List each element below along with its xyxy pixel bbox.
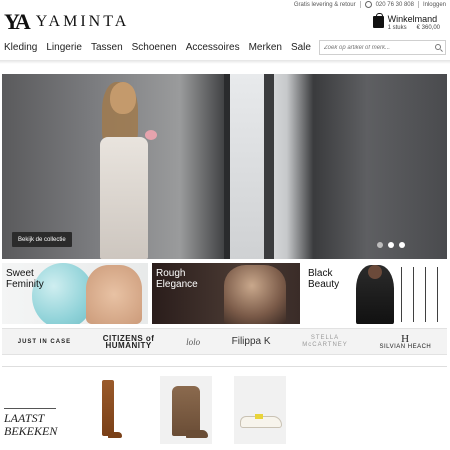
main-nav: Kleding Lingerie Tassen Schoenen Accesso… (4, 42, 311, 53)
cart-total: € 360,00 (416, 25, 440, 31)
tile-black-beauty[interactable]: Black Beauty (304, 263, 447, 324)
search-box (319, 40, 446, 55)
silvian-heach-mark-icon: H (401, 332, 410, 345)
header-shadow (0, 60, 450, 64)
tile-label: Black Beauty (308, 268, 340, 290)
recently-viewed-title: LAATST BEKEKEN (4, 408, 58, 438)
brand-logo-lolo[interactable]: lolo (186, 337, 200, 347)
nav-item-sale[interactable]: Sale (291, 42, 311, 53)
search-icon[interactable] (435, 44, 441, 50)
silvian-heach-text: SILVIAN HEACH (379, 343, 432, 350)
hero-banner[interactable]: Bekijk de collectie (2, 74, 447, 259)
model-image (356, 265, 394, 324)
hero-window-frame (264, 74, 274, 259)
phone-icon (364, 1, 372, 8)
brands-strip: JUST IN CASE CITIZENS of HUMANITY lolo F… (2, 328, 447, 355)
brand-logo-filippa-k[interactable]: Filippa K (232, 336, 271, 347)
slider-dot[interactable] (377, 242, 383, 248)
brand-logo-just-in-case[interactable]: JUST IN CASE (18, 339, 71, 345)
slider-dots (377, 242, 405, 248)
product-thumbnail[interactable] (160, 376, 212, 444)
login-link[interactable]: Inloggen (423, 2, 446, 8)
logo[interactable]: YA YAMINTA (4, 9, 129, 35)
shopping-bag-icon (372, 13, 384, 28)
product-thumbnail[interactable] (86, 376, 138, 444)
tile-rough-elegance[interactable]: Rough Elegance (152, 263, 300, 324)
view-collection-button[interactable]: Bekijk de collectie (12, 232, 72, 247)
search-input[interactable] (320, 44, 430, 51)
section-divider (2, 366, 447, 367)
utility-divider (359, 1, 361, 8)
rose-image (145, 130, 157, 140)
recently-viewed-list (86, 376, 286, 444)
nav-item-tassen[interactable]: Tassen (91, 42, 123, 53)
logo-text: YAMINTA (35, 13, 130, 30)
slider-dot[interactable] (399, 242, 405, 248)
logo-mark: YA (4, 9, 31, 34)
hero-model-image (94, 82, 154, 259)
utility-bar: Gratis levering & retour 020 76 30 808 I… (294, 1, 446, 8)
nav-item-kleding[interactable]: Kleding (4, 42, 37, 53)
brand-logo-silvian-heach[interactable]: H SILVIAN HEACH (379, 332, 432, 350)
product-thumbnail[interactable] (234, 376, 286, 444)
nav-item-accessoires[interactable]: Accessoires (186, 42, 240, 53)
tile-label: Sweet Feminity (6, 268, 44, 290)
ankle-boot-image (172, 386, 208, 438)
cart-widget[interactable]: Winkelmand 1 stuks € 360,00 (372, 13, 440, 31)
cart-items: 1 stuks (387, 25, 407, 31)
fringe-boot-image (102, 380, 122, 438)
nav-item-lingerie[interactable]: Lingerie (46, 42, 82, 53)
necklace-image (396, 267, 444, 322)
hero-window (230, 74, 265, 259)
loafer-image (240, 414, 282, 428)
phone-number: 020 76 30 808 (375, 1, 414, 8)
shipping-text: Gratis levering & retour (293, 1, 356, 8)
slider-dot-active[interactable] (388, 242, 394, 248)
brand-logo-stella-mccartney[interactable]: STELLA McCARTNEY (302, 335, 348, 349)
site-header: YA YAMINTA Gratis levering & retour 020 … (0, 0, 450, 62)
cart-title: Winkelmand (387, 14, 438, 24)
nav-item-schoenen[interactable]: Schoenen (132, 42, 177, 53)
style-tiles: Sweet Feminity Rough Elegance Black Beau… (2, 263, 447, 324)
model-image (224, 265, 286, 324)
tile-label: Rough Elegance (156, 268, 198, 290)
tile-sweet-feminity[interactable]: Sweet Feminity (2, 263, 148, 324)
brand-logo-citizens-of-humanity[interactable]: CITIZENS of HUMANITY (103, 334, 155, 349)
model-image (86, 265, 142, 324)
utility-divider (417, 1, 419, 8)
nav-item-merken[interactable]: Merken (249, 42, 282, 53)
